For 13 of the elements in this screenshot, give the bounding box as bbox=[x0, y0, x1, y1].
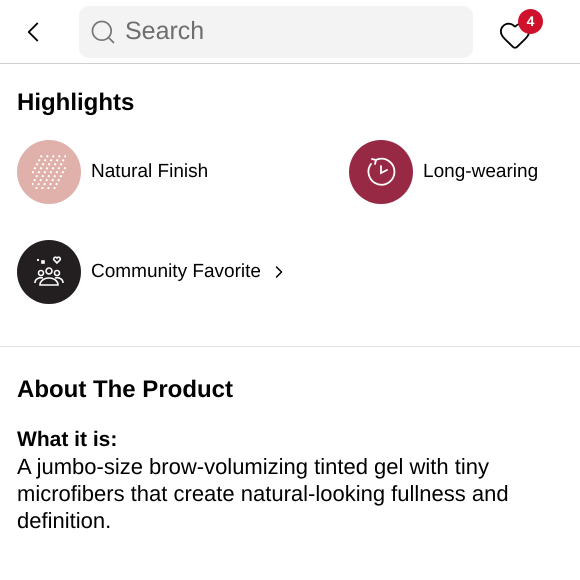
highlight-label: Long-wearing bbox=[423, 160, 538, 184]
highlight-label: Natural Finish bbox=[91, 160, 208, 184]
stripes-icon bbox=[32, 155, 66, 189]
count-badge: 4 bbox=[518, 8, 543, 34]
group-icon bbox=[32, 255, 66, 289]
search-field[interactable]: Search bbox=[79, 6, 473, 58]
highlight-link[interactable]: Community Favorite bbox=[91, 258, 289, 286]
search-icon bbox=[89, 18, 117, 46]
description: A jumbo-size brow-volumizing tinted gel with tiny microfibers that create natural-looking fullness and definition. bbox=[17, 453, 510, 534]
section-title: About The Product bbox=[17, 375, 234, 405]
section-title: Highlights bbox=[17, 88, 136, 118]
subtitle: What it is: bbox=[17, 427, 118, 453]
favorites-button[interactable]: 4 bbox=[495, 8, 543, 54]
